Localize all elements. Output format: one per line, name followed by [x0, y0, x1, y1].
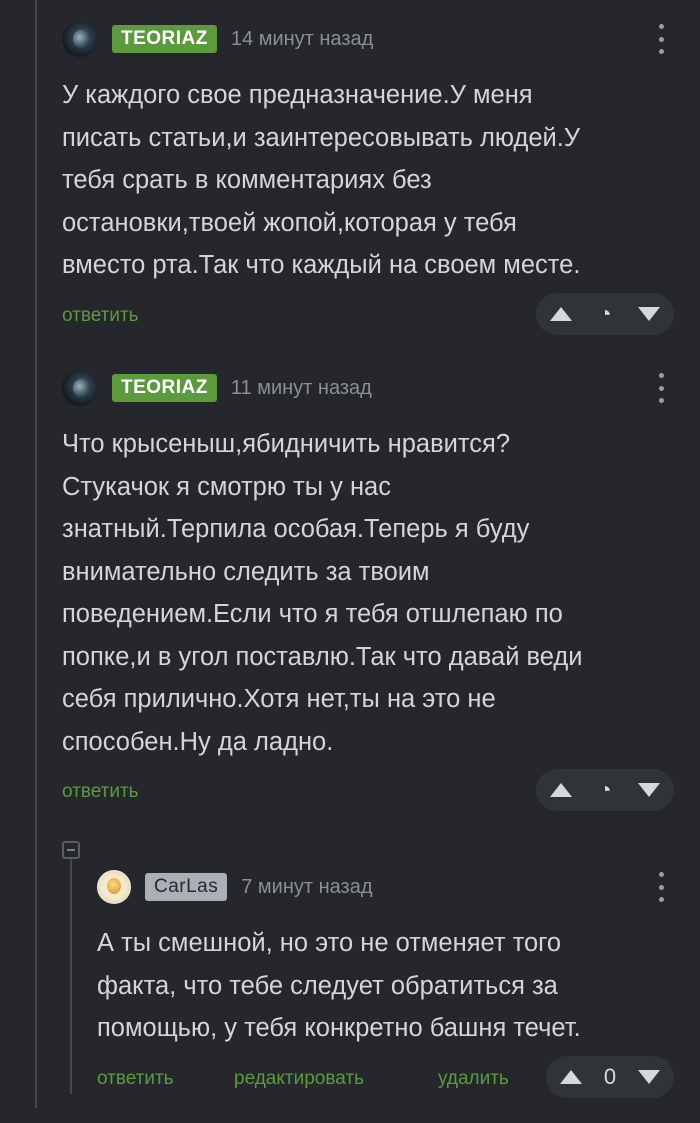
comment-header: TEORIAZ 14 минут назад — [62, 20, 674, 58]
comment: TEORIAZ 11 минут назад Что крысеныш,ябид… — [62, 369, 674, 815]
rating-control: ◔ — [536, 292, 674, 335]
avatar[interactable] — [62, 21, 98, 57]
comment-actions: ответить редактировать удалить 0 — [97, 1055, 674, 1102]
upvote-icon[interactable] — [550, 783, 572, 797]
author-badge[interactable]: TEORIAZ — [112, 374, 217, 402]
reply-button[interactable]: ответить — [62, 305, 139, 327]
comment-header: TEORIAZ 11 минут назад — [62, 369, 674, 407]
reply-button[interactable]: ответить — [62, 781, 139, 803]
rating-control: ◔ — [536, 769, 674, 811]
hidden-rating-icon: ◔ — [598, 777, 612, 802]
more-options-icon[interactable] — [656, 24, 666, 54]
upvote-icon[interactable] — [550, 306, 572, 321]
comment-header: CarLas 7 минут назад — [97, 868, 674, 906]
branch-line — [70, 859, 72, 1094]
comment-time[interactable]: 11 минут назад — [231, 377, 372, 400]
comment: CarLas 7 минут назад А ты смешной, но эт… — [97, 868, 674, 1102]
avatar[interactable] — [97, 870, 131, 904]
delete-button[interactable]: удалить — [438, 1068, 509, 1090]
upvote-icon[interactable] — [560, 1069, 582, 1084]
comment-actions: ответить ◔ — [62, 292, 674, 339]
comment-text: У каждого свое предназначение.У меня пис… — [62, 81, 581, 279]
downvote-icon[interactable] — [637, 783, 660, 797]
comment-time[interactable]: 7 минут назад — [241, 876, 372, 899]
comment: TEORIAZ 14 минут назад У каждого свое пр… — [62, 20, 674, 339]
author-badge[interactable]: CarLas — [145, 873, 228, 901]
comment-actions: ответить ◔ — [62, 769, 674, 815]
author-badge[interactable]: TEORIAZ — [112, 25, 217, 53]
collapse-thread-button[interactable] — [62, 841, 80, 859]
reply-button[interactable]: ответить — [97, 1068, 174, 1090]
comment-text: А ты смешной, но это не отменяет того фа… — [97, 929, 581, 1042]
more-options-icon[interactable] — [656, 373, 666, 403]
avatar[interactable] — [62, 370, 98, 406]
hidden-rating-icon: ◔ — [598, 300, 612, 326]
rating-control: 0 — [546, 1055, 674, 1098]
downvote-icon[interactable] — [637, 306, 660, 321]
downvote-icon[interactable] — [638, 1069, 660, 1084]
thread-line — [35, 0, 37, 1108]
comment-time[interactable]: 14 минут назад — [231, 28, 373, 51]
more-options-icon[interactable] — [656, 872, 666, 902]
edit-button[interactable]: редактировать — [234, 1068, 364, 1090]
rating-value: 0 — [603, 1063, 617, 1089]
comment-text: Что крысеныш,ябидничить нравится? Стукач… — [62, 430, 583, 756]
